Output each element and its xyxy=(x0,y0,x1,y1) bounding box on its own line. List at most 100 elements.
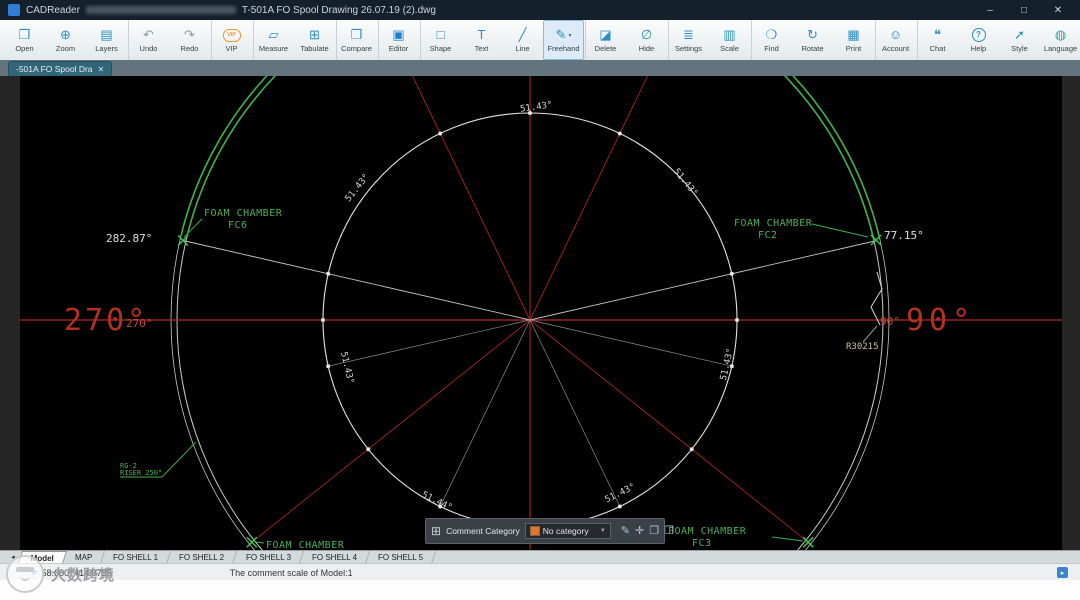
angle-label: 51.43° xyxy=(671,167,699,199)
status-message: The comment scale of Model:1 xyxy=(229,567,353,578)
print-icon: ▦ xyxy=(847,27,860,42)
tabulate-icon: ⊞ xyxy=(309,27,320,42)
toolbar-button-redo[interactable]: ↷ Redo xyxy=(169,20,210,60)
foam-chamber-fc6-line1: FOAM CHAMBER xyxy=(204,208,283,219)
crosshair-icon: ✛ xyxy=(30,567,38,577)
riser-note: RG-2 RISER 250° xyxy=(120,462,162,477)
open-icon: ❐ xyxy=(18,27,31,42)
angle-label: 51.43° xyxy=(338,351,355,385)
toolbar-button-text[interactable]: T Text xyxy=(461,20,502,60)
main-toolbar: ❐ Open ⊕ Zoom ▤ Layers ↶ Undo ↷ Redo VIP VIP ▱… xyxy=(0,20,1080,61)
toolbar-button-delete[interactable]: ◪ Delete xyxy=(585,20,626,60)
line-icon: ╱ xyxy=(518,27,527,42)
style-icon: ➚ xyxy=(1014,27,1025,42)
comment-toolbar: ⊞ Comment Category No category ▼ ✎ ✛ ❐ ❒ xyxy=(425,518,674,544)
dimension-282: 282.87° xyxy=(106,232,152,245)
toolbar-button-editor[interactable]: ▣ Editor xyxy=(378,20,419,60)
tab-close-icon[interactable]: ✕ xyxy=(98,65,105,74)
toolbar-button-measure[interactable]: ▱ Measure xyxy=(253,20,294,60)
help-icon: ? xyxy=(971,28,986,42)
language-icon: ◍ xyxy=(1054,27,1067,42)
vip-icon: VIP xyxy=(222,28,241,42)
close-button[interactable]: ✕ xyxy=(1044,5,1072,16)
coordinate-readout: 58.600, 414.0793 xyxy=(41,567,112,578)
category-value: No category xyxy=(542,526,589,536)
toolbar-button-print[interactable]: ▦ Print xyxy=(833,20,874,60)
sheet-nav-arrow-icon[interactable]: ◄ xyxy=(10,555,16,561)
find-icon: ❍ xyxy=(765,27,778,42)
drawing-canvas[interactable]: 51.43° 51.43° 51.43° 51.43° 51.44° 51.43… xyxy=(20,76,1062,550)
editor-icon: ▣ xyxy=(392,27,405,42)
account-icon: ☺ xyxy=(888,27,903,42)
undo-icon: ↶ xyxy=(143,27,154,42)
document-tab-strip: -501A FO Spool Dra ✕ xyxy=(0,60,1080,76)
angle-label: 51.43° xyxy=(344,172,372,204)
toolbar-button-style[interactable]: ➚ Style xyxy=(999,20,1040,60)
riser-note-line2: RISER 250° xyxy=(120,469,162,477)
dimension-77: 77.15° xyxy=(884,229,924,242)
toolbar-button-layers[interactable]: ▤ Layers xyxy=(86,20,127,60)
delete-icon: ◪ xyxy=(599,27,612,42)
toolbar-button-compare[interactable]: ❒ Compare xyxy=(336,20,377,60)
foam-chamber-fc2-line2: FC2 xyxy=(758,230,778,241)
axis-label-270-small: 270° xyxy=(126,317,153,330)
toolbar-button-settings[interactable]: ≣ Settings xyxy=(668,20,709,60)
dropdown-caret-icon: ▼ xyxy=(599,528,606,534)
toolbar-button-zoom[interactable]: ⊕ Zoom xyxy=(45,20,86,60)
chevron-down-icon[interactable]: ▾ xyxy=(568,32,571,39)
foam-chamber-fc2-line1: FOAM CHAMBER xyxy=(734,218,813,229)
toolbar-button-line[interactable]: ╱ Line xyxy=(502,20,543,60)
angle-labels: 51.43° 51.43° 51.43° 51.43° 51.44° 51.43… xyxy=(338,100,736,513)
toolbar-button-shape[interactable]: □ Shape xyxy=(420,20,461,60)
app-icon xyxy=(8,4,20,16)
foam-chamber-fc3-line2: FC3 xyxy=(692,538,712,549)
layers-icon: ▤ xyxy=(100,27,113,42)
toolbar-button-tabulate[interactable]: ⊞ Tabulate xyxy=(294,20,335,60)
bottom-strip xyxy=(0,580,1080,600)
toolbar-button-help[interactable]: ? Help xyxy=(958,20,999,60)
copy-comment-icon[interactable]: ❐ xyxy=(649,525,659,537)
toolbar-button-find[interactable]: ❍ Find xyxy=(751,20,792,60)
toolbar-button-chat[interactable]: ❝ Chat xyxy=(917,20,958,60)
foam-chamber-fc3-line1: FOAM CHAMBER xyxy=(668,526,747,537)
freehand-icon: ✎ xyxy=(555,27,567,42)
status-notification-icon[interactable]: ▸ xyxy=(1057,567,1068,578)
document-tab[interactable]: -501A FO Spool Dra ✕ xyxy=(8,61,113,76)
app-name: CADReader xyxy=(26,4,80,16)
category-grid-icon[interactable]: ⊞ xyxy=(431,525,441,537)
status-bar: ✛ 58.600, 414.0793 The comment scale of … xyxy=(0,563,1080,581)
foam-chamber-bl-line1: FOAM CHAMBER xyxy=(266,540,345,550)
axis-label-90-small: 90° xyxy=(880,315,900,328)
move-comment-icon[interactable]: ✛ xyxy=(635,525,644,537)
title-bar: CADReader T-501A FO Spool Drawing 26.07.… xyxy=(0,0,1080,20)
edit-comment-icon[interactable]: ✎ xyxy=(621,525,630,537)
toolbar-button-open[interactable]: ❐ Open xyxy=(4,20,45,60)
toolbar-button-language[interactable]: ◍ Language xyxy=(1040,20,1080,60)
paste-comment-icon[interactable]: ❒ xyxy=(664,525,674,537)
minimize-button[interactable]: – xyxy=(976,5,1004,16)
radius-label: R30215 xyxy=(846,342,879,352)
toolbar-button-undo[interactable]: ↶ Undo xyxy=(128,20,169,60)
sheet-tab-bar: ◄ Model MAP FO SHELL 1 FO SHELL 2 FO SHE… xyxy=(0,550,1080,564)
angle-label: 51.43° xyxy=(604,482,638,505)
rotate-icon: ↻ xyxy=(807,27,818,42)
category-color-swatch xyxy=(529,526,540,536)
toolbar-button-scale[interactable]: ▥ Scale xyxy=(709,20,750,60)
redo-icon: ↷ xyxy=(184,27,195,42)
category-dropdown[interactable]: No category ▼ xyxy=(524,523,611,539)
document-tab-label: -501A FO Spool Dra xyxy=(16,64,93,74)
comment-category-label: Comment Category xyxy=(446,526,520,536)
shape-icon: □ xyxy=(436,27,445,42)
toolbar-button-freehand[interactable]: ✎ ▾ Freehand xyxy=(543,20,584,60)
toolbar-button-account[interactable]: ☺ Account xyxy=(875,20,916,60)
toolbar-button-vip[interactable]: VIP VIP xyxy=(211,20,252,60)
toolbar-button-hide[interactable]: ∅ Hide xyxy=(626,20,667,60)
foam-chamber-fc6-line2: FC6 xyxy=(228,220,248,231)
text-icon: T xyxy=(477,27,486,42)
maximize-button[interactable]: □ xyxy=(1010,5,1038,16)
radius-leader-line xyxy=(862,325,878,343)
compare-icon: ❒ xyxy=(350,27,363,42)
annotation-leaders xyxy=(120,218,869,544)
angle-label: 51.43° xyxy=(719,348,736,382)
toolbar-button-rotate[interactable]: ↻ Rotate xyxy=(792,20,833,60)
